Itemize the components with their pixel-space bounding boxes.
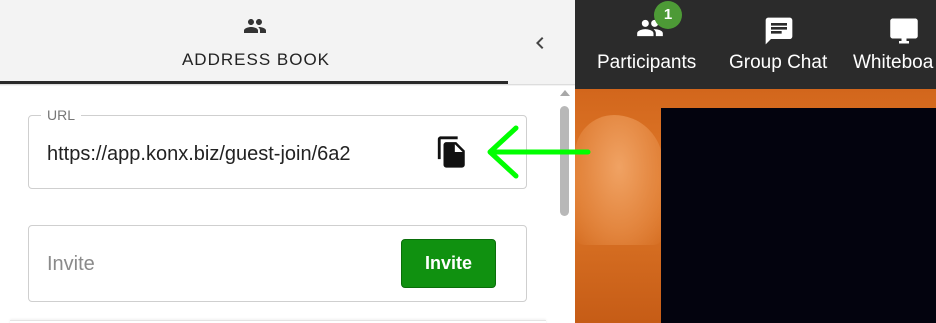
scrollbar-thumb[interactable]	[560, 106, 569, 216]
tab-address-book[interactable]: ADDRESS BOOK	[0, 0, 508, 86]
copy-url-button[interactable]	[435, 134, 469, 170]
url-field-label: URL	[41, 106, 82, 124]
whiteboard-label: Whiteboa	[853, 52, 934, 73]
chevron-left-icon	[536, 37, 544, 49]
tab-address-book-label: ADDRESS BOOK	[181, 50, 331, 69]
tab-divider	[0, 84, 575, 85]
group-chat-button[interactable]: Group Chat	[729, 0, 837, 89]
chat-icon	[765, 17, 793, 45]
whiteboard-button[interactable]: Whiteboa	[853, 0, 936, 89]
participants-label: Participants	[597, 52, 697, 73]
invite-button[interactable]: Invite	[401, 239, 496, 288]
panel-tab-bar: ADDRESS BOOK	[0, 0, 575, 86]
panel-content: URL https://app.konx.biz/guest-join/6a2 …	[0, 86, 575, 323]
group-chat-label: Group Chat	[729, 52, 828, 73]
url-field: URL https://app.konx.biz/guest-join/6a2	[28, 106, 527, 189]
collapse-panel-button[interactable]	[528, 30, 552, 56]
copy-document-icon	[437, 136, 465, 168]
invite-input[interactable]	[47, 250, 377, 278]
participants-count-badge: 1	[654, 1, 682, 29]
whiteboard-icon	[890, 18, 918, 44]
video-figure-shape	[575, 115, 663, 245]
meeting-toolbar: 1 Participants Group Chat Whiteboa	[575, 0, 936, 89]
scroll-up-arrow-icon[interactable]	[560, 90, 570, 96]
people-icon	[244, 19, 266, 33]
address-book-panel: ADDRESS BOOK URL https://app.konx.biz/gu…	[0, 0, 575, 323]
invite-field: Invite	[28, 225, 527, 302]
meeting-area: 1 Participants Group Chat Whiteboa	[575, 0, 936, 323]
main-video-tile	[661, 108, 936, 323]
app-root: ADDRESS BOOK URL https://app.konx.biz/gu…	[0, 0, 936, 323]
participants-button[interactable]: 1 Participants	[597, 0, 709, 89]
panel-scrollbar[interactable]	[558, 86, 572, 323]
url-value[interactable]: https://app.konx.biz/guest-join/6a2	[47, 142, 413, 166]
